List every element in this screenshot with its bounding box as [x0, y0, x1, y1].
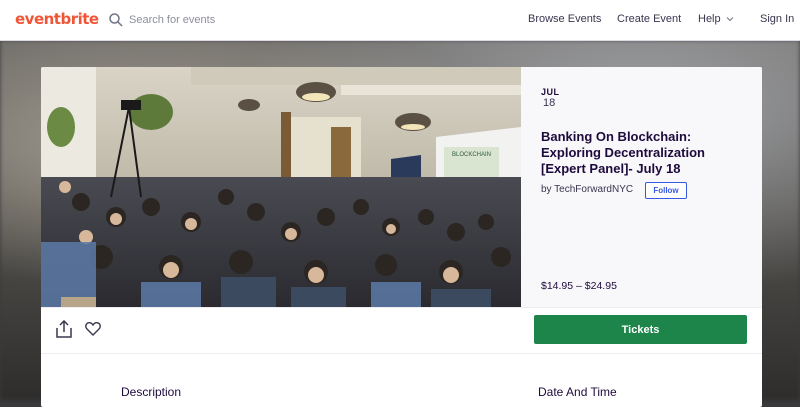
event-day: 18 [543, 97, 556, 109]
follow-button[interactable]: Follow [645, 182, 687, 199]
price-range: $14.95 – $24.95 [541, 280, 617, 292]
event-month: JUL [541, 87, 560, 97]
organizer-name[interactable]: TechForwardNYC [554, 184, 633, 195]
search-input[interactable] [129, 10, 329, 30]
heart-icon[interactable] [85, 321, 101, 336]
help-menu[interactable]: Help [698, 13, 734, 25]
slide-text: BLOCKCHAIN [452, 152, 491, 158]
organizer-line: by TechForwardNYC [541, 184, 633, 195]
event-hero-image: BLOCKCHAIN [41, 67, 521, 307]
browse-events-link[interactable]: Browse Events [528, 13, 601, 25]
action-bar: Tickets [41, 307, 762, 354]
chevron-down-icon [726, 17, 733, 22]
organizer-prefix: by [541, 184, 552, 195]
conference-photo: BLOCKCHAIN [41, 67, 521, 307]
event-summary-panel: JUL 18 Banking On Blockchain: Exploring … [521, 67, 762, 307]
search-icon[interactable] [108, 12, 124, 28]
share-icon[interactable] [56, 320, 72, 338]
create-event-link[interactable]: Create Event [617, 13, 681, 25]
help-label: Help [698, 13, 721, 25]
event-title: Banking On Blockchain: Exploring Decentr… [541, 129, 705, 176]
date-time-heading: Date And Time [538, 385, 617, 399]
description-heading: Description [121, 385, 182, 399]
top-nav: eventbrite Browse Events Create Event He… [0, 0, 800, 41]
event-card: BLOCKCHAIN JUL 18 Banking On Blockchain:… [41, 67, 762, 407]
tickets-button[interactable]: Tickets [534, 315, 747, 344]
sign-in-link[interactable]: Sign In [760, 13, 794, 25]
eventbrite-logo[interactable]: eventbrite [15, 10, 99, 28]
